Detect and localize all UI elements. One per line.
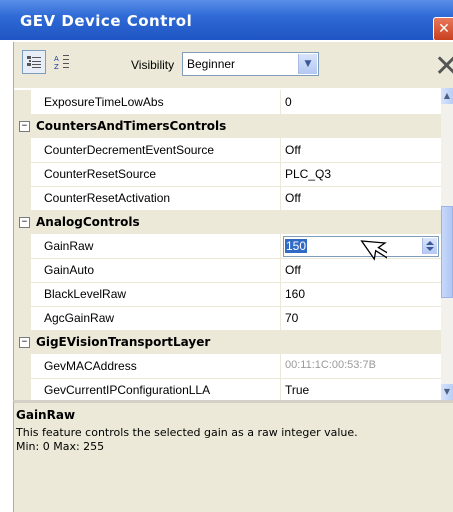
svg-text:Z: Z	[54, 63, 59, 71]
property-name[interactable]: CounterResetActivation	[44, 191, 170, 205]
spin-buttons[interactable]	[422, 238, 437, 254]
property-row[interactable]: AgcGainRaw 70	[14, 306, 442, 331]
property-value[interactable]: PLC_Q3	[285, 167, 331, 181]
row-gutter	[14, 234, 31, 258]
column-splitter[interactable]	[280, 90, 281, 114]
category-name: AnalogControls	[36, 215, 140, 229]
property-value[interactable]: Off	[285, 143, 301, 157]
visibility-label: Visibility	[131, 58, 175, 72]
help-description: This feature controls the selected gain …	[16, 426, 358, 439]
row-gutter	[14, 258, 31, 282]
property-row[interactable]: CounterDecrementEventSource Off	[14, 138, 442, 163]
property-value[interactable]: 70	[285, 311, 298, 325]
alphabetical-sort-icon: A Z	[54, 55, 69, 71]
column-splitter[interactable]	[280, 258, 281, 282]
property-name[interactable]: GainRaw	[44, 239, 93, 253]
property-row[interactable]: GevCurrentIPConfigurationLLA True	[14, 378, 442, 400]
help-title: GainRaw	[16, 408, 76, 422]
property-name[interactable]: BlackLevelRaw	[44, 287, 126, 301]
row-gutter	[14, 138, 31, 162]
property-value[interactable]: 00:11:1C:00:53:7B	[285, 359, 376, 371]
property-value[interactable]: 160	[285, 287, 305, 301]
property-name[interactable]: GevCurrentIPConfigurationLLA	[44, 383, 210, 397]
spin-value[interactable]: 150	[285, 239, 308, 253]
column-splitter[interactable]	[280, 138, 281, 162]
close-button[interactable]: ✕	[433, 17, 453, 41]
property-value[interactable]: Off	[285, 263, 301, 277]
row-gutter	[14, 162, 31, 186]
property-name[interactable]: CounterResetSource	[44, 167, 156, 181]
delete-x-icon[interactable]: ✕	[434, 52, 453, 82]
property-value[interactable]: True	[285, 383, 309, 397]
property-name[interactable]: AgcGainRaw	[44, 311, 114, 325]
spin-up-icon[interactable]	[426, 241, 434, 245]
scroll-up-icon[interactable]: ▲	[441, 88, 453, 104]
categorized-view-button[interactable]	[22, 50, 46, 74]
visibility-value: Beginner	[187, 57, 236, 71]
svg-text:A: A	[54, 55, 59, 63]
window-title: GEV Device Control	[20, 12, 193, 30]
column-splitter[interactable]	[280, 354, 281, 378]
vertical-scrollbar[interactable]: ▲ ▼	[441, 88, 453, 400]
row-gutter	[14, 282, 31, 306]
collapse-icon[interactable]: −	[19, 337, 30, 348]
column-splitter[interactable]	[280, 378, 281, 400]
column-splitter[interactable]	[280, 282, 281, 306]
category-row[interactable]: − AnalogControls	[14, 210, 442, 234]
property-row[interactable]: BlackLevelRaw 160	[14, 282, 442, 307]
scroll-down-icon[interactable]: ▼	[441, 384, 453, 400]
property-name[interactable]: CounterDecrementEventSource	[44, 143, 214, 157]
column-splitter[interactable]	[280, 306, 281, 330]
row-gutter	[14, 378, 31, 400]
scroll-thumb[interactable]	[441, 206, 453, 298]
property-row[interactable]: CounterResetSource PLC_Q3	[14, 162, 442, 187]
row-gutter	[14, 186, 31, 210]
property-name[interactable]: ExposureTimeLowAbs	[44, 95, 164, 109]
category-name: GigEVisionTransportLayer	[36, 335, 211, 349]
property-row[interactable]: CounterResetActivation Off	[14, 186, 442, 211]
collapse-icon[interactable]: −	[19, 121, 30, 132]
collapse-icon[interactable]: −	[19, 217, 30, 228]
column-splitter[interactable]	[280, 162, 281, 186]
row-gutter	[14, 306, 31, 330]
help-range: Min: 0 Max: 255	[16, 440, 105, 453]
help-panel: GainRaw This feature controls the select…	[13, 400, 453, 512]
property-name[interactable]: GevMACAddress	[44, 359, 137, 373]
categorized-view-icon	[27, 56, 41, 68]
category-row[interactable]: − CountersAndTimersControls	[14, 114, 442, 138]
mouse-pointer-icon	[360, 240, 387, 261]
property-value[interactable]: 0	[285, 95, 292, 109]
spin-down-icon[interactable]	[426, 247, 434, 251]
property-value[interactable]: Off	[285, 191, 301, 205]
column-splitter[interactable]	[280, 234, 281, 258]
property-row[interactable]: ExposureTimeLowAbs 0	[14, 90, 442, 115]
property-name[interactable]: GainAuto	[44, 263, 94, 277]
row-gutter	[14, 90, 31, 114]
row-gutter	[14, 354, 31, 378]
title-bar: GEV Device Control ✕	[0, 0, 453, 41]
column-splitter[interactable]	[280, 186, 281, 210]
toolbar: A Z Visibility Beginner ▼ ✕	[13, 42, 453, 88]
close-icon: ✕	[438, 21, 450, 37]
property-row[interactable]: GevMACAddress 00:11:1C:00:53:7B	[14, 354, 442, 379]
category-name: CountersAndTimersControls	[36, 119, 227, 133]
category-row[interactable]: − GigEVisionTransportLayer	[14, 330, 442, 354]
chevron-down-icon[interactable]: ▼	[298, 54, 317, 74]
window-left-edge	[0, 40, 13, 512]
alphabetical-sort-button[interactable]: A Z	[50, 50, 74, 74]
visibility-select[interactable]: Beginner ▼	[182, 52, 319, 76]
